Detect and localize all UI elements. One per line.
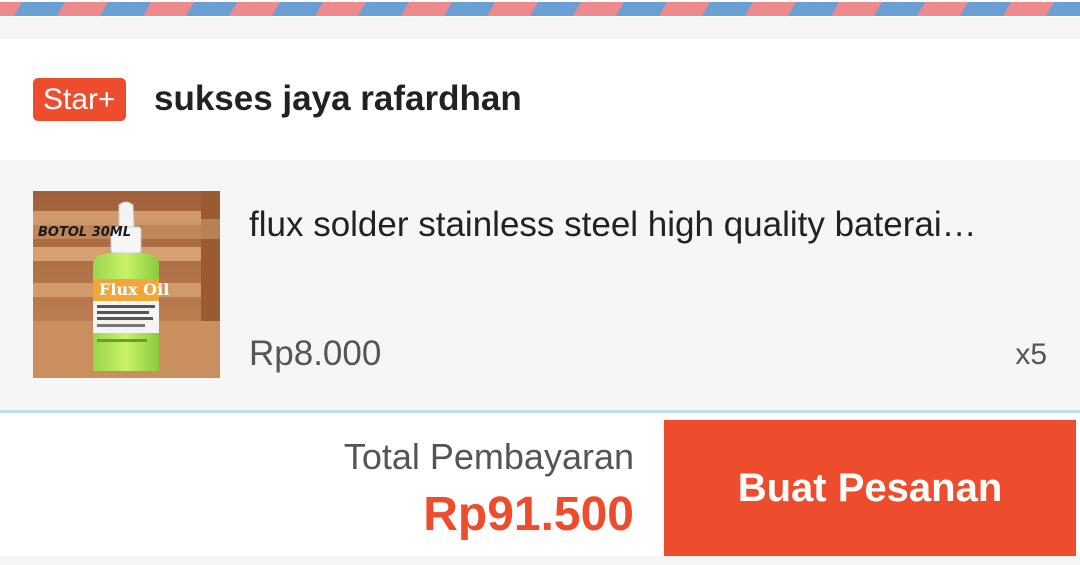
product-title[interactable]: flux solder stainless steel high quality… xyxy=(249,202,1049,248)
airmail-stripes xyxy=(0,2,1080,16)
bottle-size-label: BOTOL 30ML xyxy=(38,225,131,240)
flux-bottle-image: BOTOL 30ML Flux Oil xyxy=(33,191,220,378)
product-price: Rp8.000 xyxy=(249,334,382,373)
brand-label: Flux Oil xyxy=(99,280,169,299)
checkout-footer: Total Pembayaran Rp91.500 Buat Pesanan xyxy=(0,413,1080,565)
total-payment-value: Rp91.500 xyxy=(423,488,634,541)
airmail-border xyxy=(0,0,1080,17)
place-order-button[interactable]: Buat Pesanan xyxy=(664,420,1076,556)
shop-name[interactable]: sukses jaya rafardhan xyxy=(154,75,522,123)
shop-header[interactable]: Star+ sukses jaya rafardhan xyxy=(0,39,1080,160)
section-gap xyxy=(0,17,1080,39)
bottom-strip xyxy=(0,556,1080,565)
star-plus-badge: Star+ xyxy=(33,78,126,121)
product-row[interactable]: BOTOL 30ML Flux Oil flux solder stainles… xyxy=(0,160,1080,410)
total-payment-label: Total Pembayaran xyxy=(343,436,634,477)
product-thumbnail[interactable]: BOTOL 30ML Flux Oil xyxy=(33,191,220,378)
product-quantity: x5 xyxy=(1015,338,1047,371)
